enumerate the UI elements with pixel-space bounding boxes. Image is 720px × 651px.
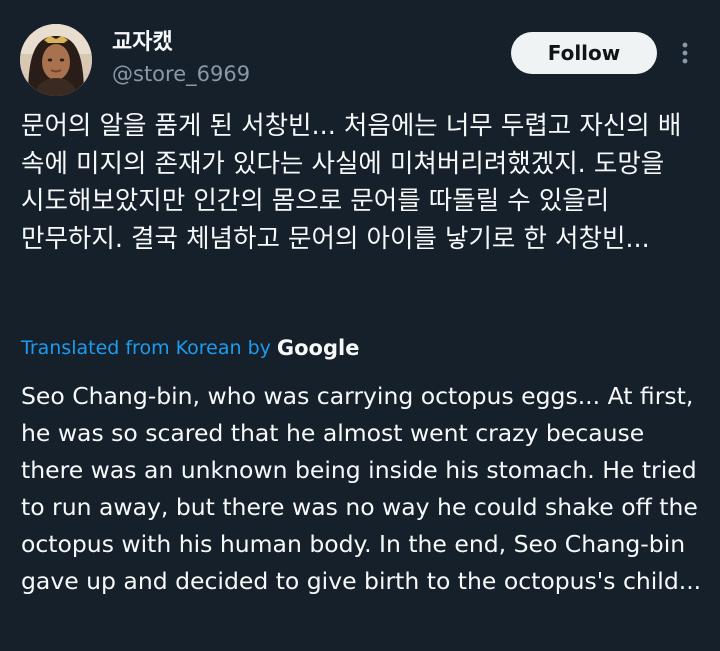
author-display-name[interactable]: 교자캤: [112, 28, 173, 58]
author-handle[interactable]: @store_6969: [112, 60, 250, 88]
follow-button[interactable]: Follow: [511, 32, 657, 74]
more-vertical-icon: [682, 42, 688, 64]
translation-label: Translated from Korean by: [21, 337, 271, 359]
post-original-text: 문어의 알을 품게 된 서창빈... 처음에는 너무 두렵고 자신의 배 속에 …: [21, 111, 682, 254]
more-options-button[interactable]: [670, 38, 700, 68]
avatar[interactable]: [20, 24, 92, 96]
post: 교자캤 @store_6969 Follow 문어의 알을 품게 된 서창빈..…: [0, 0, 720, 651]
post-translated-text: Seo Chang-bin, who was carrying octopus …: [21, 382, 702, 595]
translation-attribution[interactable]: Translated from Korean by Google: [21, 334, 359, 362]
google-logo: Google: [276, 336, 360, 360]
